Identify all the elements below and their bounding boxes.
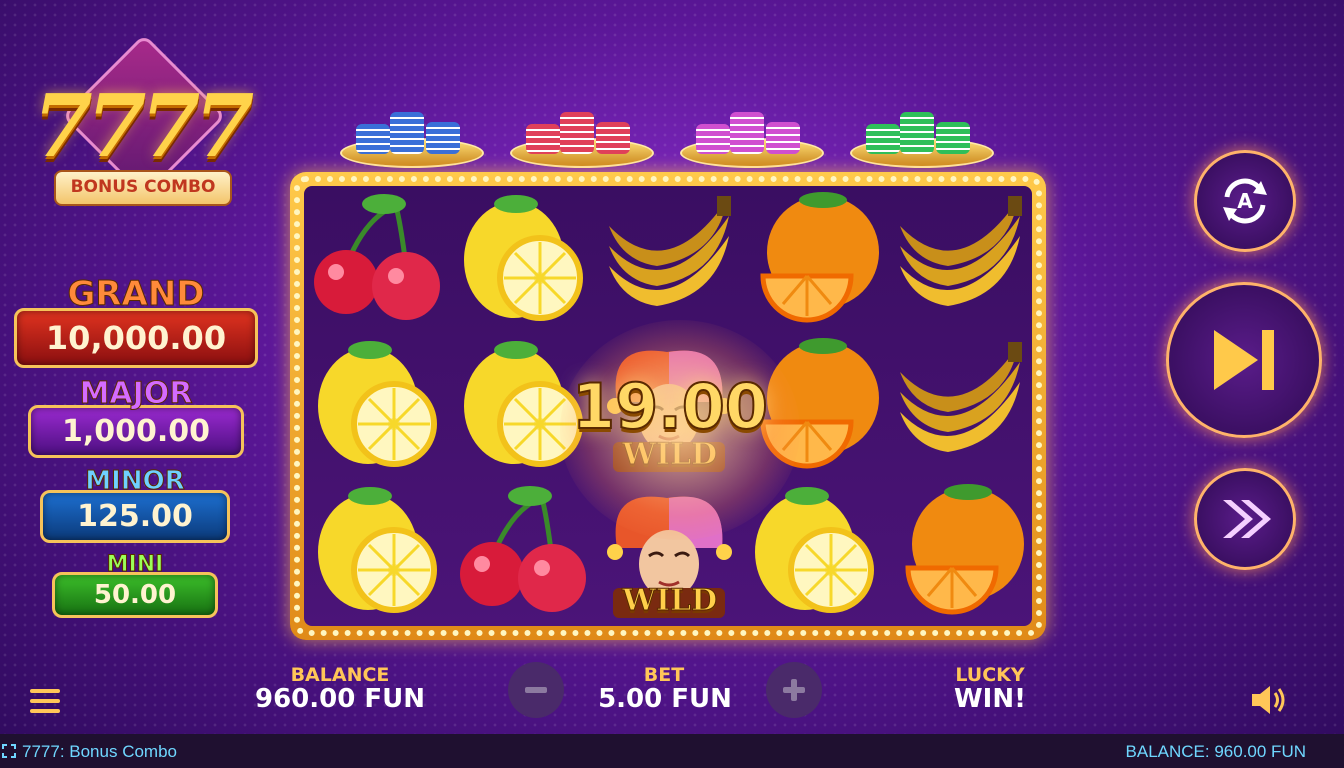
expand-icon[interactable] — [2, 744, 16, 758]
chip-column — [866, 124, 900, 154]
status-balance: BALANCE: 960.00 FUN — [1125, 742, 1306, 761]
chip-stack — [510, 96, 654, 168]
sound-button[interactable] — [1248, 682, 1292, 718]
chip-column — [936, 122, 970, 154]
jackpot-grand: GRAND 10,000.00 — [14, 274, 258, 368]
jackpot-mini-value: 50.00 — [52, 572, 218, 618]
speaker-icon — [1252, 686, 1285, 714]
chip-column — [900, 112, 934, 154]
chip-column — [356, 124, 390, 154]
jackpot-minor: MINOR 125.00 — [40, 466, 230, 543]
banana-icon — [900, 196, 1023, 306]
logo-sevens: 7777 — [32, 76, 254, 177]
orange-icon — [905, 484, 1025, 615]
symbol-banana — [597, 186, 742, 332]
lucky-label: LUCKY — [955, 664, 1025, 686]
game-logo: 7777 BONUS COMBO — [18, 33, 263, 223]
jackpot-minor-value: 125.00 — [40, 490, 230, 543]
symbol-banana — [888, 186, 1032, 332]
symbol-banana — [888, 332, 1032, 478]
lemon-icon — [463, 195, 583, 321]
status-bar: 7777: Bonus Combo BALANCE: 960.00 FUN — [0, 734, 1344, 768]
win-amount: 19.00 — [571, 369, 769, 444]
chip-column — [560, 112, 594, 154]
lemon-icon — [318, 487, 437, 613]
jackpot-major: MAJOR 1,000.00 — [28, 376, 244, 458]
logo-subtitle: BONUS COMBO — [54, 170, 232, 206]
chip-column — [730, 112, 764, 154]
symbol-lemon — [452, 186, 597, 332]
chip-stack — [680, 96, 824, 168]
chip-column — [526, 124, 560, 154]
jackpot-mini: MINI 50.00 — [52, 552, 218, 618]
spin-button[interactable] — [1166, 282, 1322, 438]
balance-label: BALANCE — [290, 664, 390, 686]
symbol-cherry — [452, 478, 597, 624]
svg-text:A: A — [1237, 189, 1253, 213]
jackpot-grand-value: 10,000.00 — [14, 308, 258, 368]
turbo-button[interactable] — [1194, 468, 1296, 570]
cherry-icon — [459, 486, 586, 612]
status-game-title: 7777: Bonus Combo — [22, 742, 177, 761]
autoplay-button[interactable]: A — [1194, 150, 1296, 252]
autoplay-icon: A — [1223, 178, 1267, 224]
chip-column — [766, 122, 800, 154]
lucky-win-value: WIN! — [954, 684, 1026, 714]
chip-column — [390, 112, 424, 154]
symbol-lemon — [306, 478, 451, 624]
symbol-lemon — [306, 332, 451, 478]
banana-icon — [900, 342, 1023, 452]
fast-forward-icon — [1223, 500, 1271, 538]
hamburger-menu-icon — [30, 689, 60, 713]
play-skip-icon — [1214, 330, 1274, 390]
chip-column — [696, 124, 730, 154]
bet-label: BET — [643, 664, 685, 686]
banana-icon — [609, 196, 732, 306]
symbol-orange — [888, 478, 1032, 624]
symbol-cherry — [306, 186, 451, 332]
bet-increase-button[interactable] — [766, 662, 822, 718]
menu-button[interactable] — [28, 686, 64, 716]
chip-column — [426, 122, 460, 154]
chip-stack — [340, 96, 484, 168]
wild-label: WILD — [622, 583, 718, 619]
minus-icon — [525, 687, 547, 693]
bet-value: 5.00 FUN — [598, 684, 732, 714]
bet-decrease-button[interactable] — [508, 662, 564, 718]
cherry-icon — [314, 194, 440, 320]
plus-icon — [783, 679, 805, 701]
balance-value: 960.00 FUN — [254, 684, 425, 714]
jackpot-major-value: 1,000.00 — [28, 405, 244, 458]
chip-stack — [850, 96, 994, 168]
lemon-icon — [318, 341, 437, 467]
orange-icon — [760, 192, 879, 323]
chip-column — [596, 122, 630, 154]
symbol-orange — [743, 186, 888, 332]
